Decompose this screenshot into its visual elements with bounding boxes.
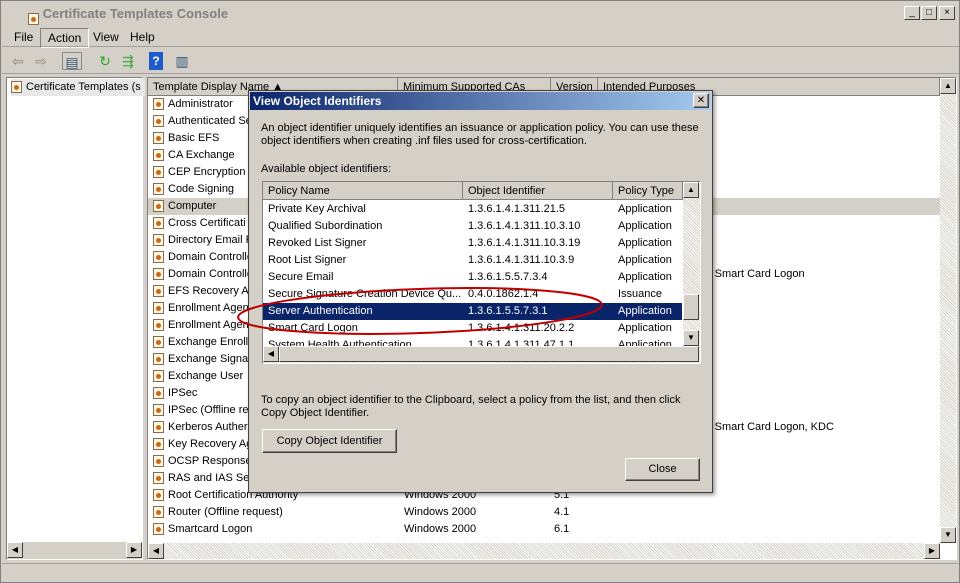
scroll-thumb[interactable] <box>279 346 699 362</box>
certificate-icon <box>153 166 164 179</box>
certificate-icon <box>153 115 164 128</box>
scroll-right-arrow[interactable]: ▶ <box>924 543 940 559</box>
scroll-left-arrow[interactable]: ◀ <box>148 543 164 559</box>
tree-horizontal-scrollbar[interactable]: ◀ ▶ <box>7 542 142 559</box>
copy-hint: To copy an object identifier to the Clip… <box>261 394 681 419</box>
scroll-up-arrow[interactable]: ▲ <box>683 182 699 198</box>
scroll-down-arrow[interactable]: ▼ <box>940 527 956 543</box>
title-bar: Certificate Templates Console <box>2 2 959 25</box>
oid-row[interactable]: Private Key Archival 1.3.6.1.4.1.311.21.… <box>263 201 682 218</box>
certificate-icon <box>153 438 164 451</box>
certificate-icon <box>153 387 164 400</box>
certificate-icon <box>153 472 164 485</box>
scroll-left-arrow[interactable]: ◀ <box>7 542 23 558</box>
template-row[interactable]: Router (Offline request) Windows 2000 4.… <box>148 504 940 521</box>
certificate-icon <box>153 268 164 281</box>
certificate-icon <box>153 421 164 434</box>
dialog-title: View Object Identifiers <box>250 92 711 110</box>
status-bar <box>2 563 959 582</box>
certificate-icon <box>153 319 164 332</box>
window-title: Certificate Templates Console <box>42 6 229 21</box>
show-hide-tree-icon[interactable]: ▤ <box>62 52 82 70</box>
certificate-icon <box>153 302 164 315</box>
toolbar: ⇦ ⇨ ▤ ↻ ⇶ ? ▥ <box>2 48 959 74</box>
tree-item-certificate-templates[interactable]: Certificate Templates (s <box>11 79 145 96</box>
certificate-icon <box>153 217 164 230</box>
menu-bar: File Action View Help <box>2 25 959 48</box>
certificate-icon <box>153 404 164 417</box>
menu-help[interactable]: Help <box>123 28 162 46</box>
console-icon <box>28 12 39 25</box>
maximize-button[interactable]: □ <box>921 6 937 20</box>
certificate-icon <box>153 251 164 264</box>
certificate-icon <box>153 234 164 247</box>
scroll-right-arrow[interactable]: ▶ <box>126 542 142 558</box>
scroll-down-arrow[interactable]: ▼ <box>683 330 699 346</box>
copy-object-identifier-button[interactable]: Copy Object Identifier <box>262 429 397 453</box>
scroll-left-arrow[interactable]: ◀ <box>263 346 279 362</box>
certificate-icon <box>153 149 164 162</box>
dialog-close-x-button[interactable]: ✕ <box>693 93 709 108</box>
show-action-pane-icon[interactable]: ▥ <box>172 52 192 70</box>
template-row[interactable]: Smartcard Logon Windows 2000 6.1 <box>148 521 940 538</box>
certificate-icon <box>153 183 164 196</box>
column-object-identifier[interactable]: Object Identifier <box>463 182 613 200</box>
certificate-icon <box>153 523 164 536</box>
oid-row[interactable]: Qualified Subordination 1.3.6.1.4.1.311.… <box>263 218 682 235</box>
list-horizontal-scrollbar[interactable]: ◀ ▶ <box>148 543 940 559</box>
export-list-icon[interactable]: ⇶ <box>118 52 138 70</box>
close-window-button[interactable]: × <box>939 6 955 20</box>
certificate-icon <box>153 132 164 145</box>
scroll-thumb[interactable] <box>683 294 699 320</box>
certificate-icon <box>11 81 22 94</box>
forward-icon[interactable]: ⇨ <box>31 52 51 70</box>
help-icon[interactable]: ? <box>149 52 163 70</box>
menu-action[interactable]: Action <box>40 28 90 48</box>
column-policy-type[interactable]: Policy Type <box>613 182 683 200</box>
menu-file[interactable]: File <box>7 28 40 46</box>
certificate-icon <box>153 370 164 383</box>
certificate-icon <box>153 200 164 213</box>
oid-vertical-scrollbar[interactable]: ▲ ▼ <box>683 182 700 346</box>
certificate-icon <box>153 98 164 111</box>
tree-pane: Certificate Templates (s ◀ ▶ <box>6 77 145 560</box>
dialog-description: An object identifier uniquely identifies… <box>261 122 699 147</box>
oid-horizontal-scrollbar[interactable]: ◀ <box>263 346 700 363</box>
oid-row[interactable]: Root List Signer 1.3.6.1.4.1.311.10.3.9 … <box>263 252 682 269</box>
scroll-up-arrow[interactable]: ▲ <box>940 78 956 94</box>
certificate-icon <box>153 506 164 519</box>
list-vertical-scrollbar[interactable]: ▲ ▼ <box>940 78 956 543</box>
close-button[interactable]: Close <box>625 458 700 481</box>
certificate-icon <box>153 285 164 298</box>
certificate-icon <box>153 353 164 366</box>
minimize-button[interactable]: _ <box>904 6 920 20</box>
oid-row[interactable]: Revoked List Signer 1.3.6.1.4.1.311.10.3… <box>263 235 682 252</box>
certificate-icon <box>153 489 164 502</box>
column-policy-name[interactable]: Policy Name <box>263 182 463 200</box>
certificate-icon <box>153 336 164 349</box>
menu-view[interactable]: View <box>86 28 126 46</box>
refresh-icon[interactable]: ↻ <box>95 52 115 70</box>
back-icon[interactable]: ⇦ <box>8 52 28 70</box>
available-label: Available object identifiers: <box>261 163 392 175</box>
certificate-icon <box>153 455 164 468</box>
annotation-ellipse <box>237 287 603 335</box>
